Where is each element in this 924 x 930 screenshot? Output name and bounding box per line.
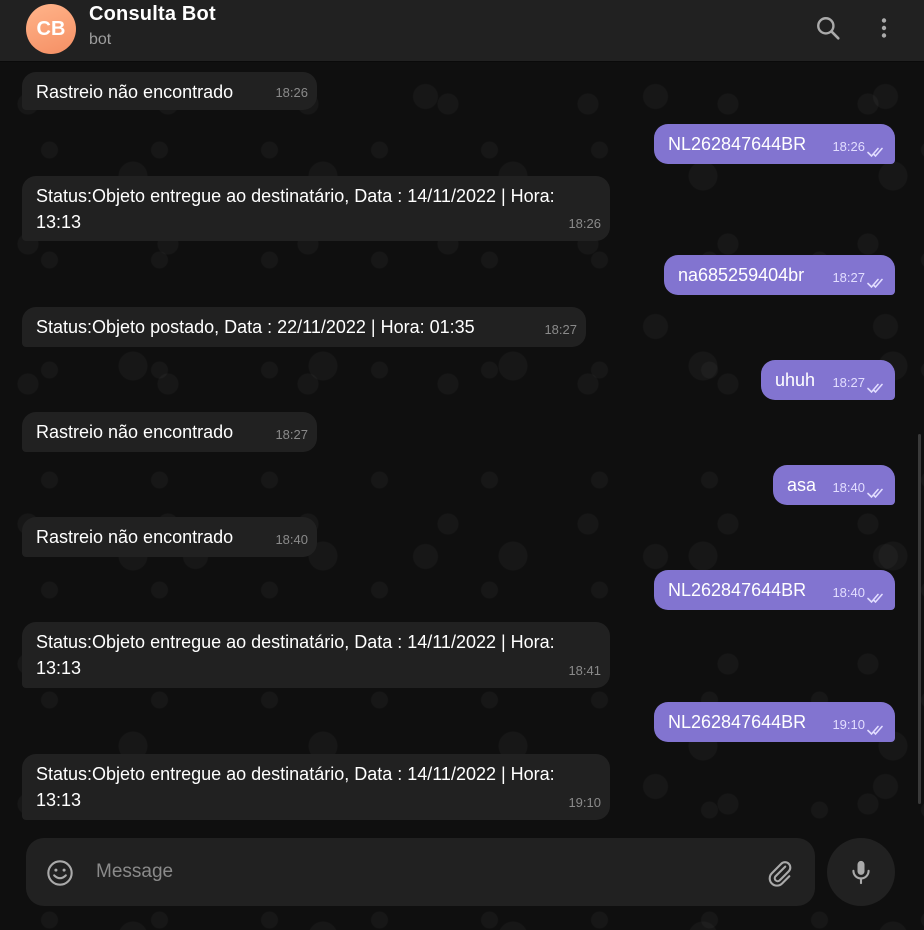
- message-text: uhuh: [775, 370, 816, 390]
- message-text: Rastreio não encontrado: [36, 422, 234, 442]
- message-bubble-outgoing[interactable]: uhuh 18:27: [761, 360, 895, 400]
- read-check-icon: [867, 593, 883, 604]
- message-time: 18:26: [568, 216, 601, 231]
- message-time: 18:41: [568, 663, 601, 678]
- message-time: 18:26: [275, 85, 308, 100]
- message-bubble-outgoing[interactable]: NL262847644BR 18:40: [654, 570, 895, 610]
- message-text: NL262847644BR: [668, 134, 807, 154]
- message-text: Rastreio não encontrado: [36, 82, 234, 102]
- paperclip-icon[interactable]: [766, 859, 794, 887]
- scrollbar-thumb[interactable]: [918, 434, 921, 804]
- message-text: Status:Objeto entregue ao destinatário, …: [36, 186, 555, 232]
- message-time: 18:27: [832, 270, 865, 285]
- message-text: NL262847644BR: [668, 580, 807, 600]
- message-time: 19:10: [832, 717, 865, 732]
- message-bubble-outgoing[interactable]: asa 18:40: [773, 465, 895, 505]
- chat-title[interactable]: Consulta Bot: [89, 3, 216, 26]
- message-text: Status:Objeto postado, Data : 22/11/2022…: [36, 317, 475, 337]
- message-bubble-incoming[interactable]: Status:Objeto entregue ao destinatário, …: [22, 754, 610, 820]
- message-composer: [26, 838, 815, 906]
- chat-header: CB Consulta Bot bot: [0, 0, 924, 62]
- more-vertical-icon: [881, 18, 887, 38]
- message-bubble-outgoing[interactable]: na685259404br 18:27: [664, 255, 895, 295]
- microphone-icon: [852, 860, 870, 885]
- message-time: 19:10: [568, 795, 601, 810]
- message-time: 18:40: [832, 480, 865, 495]
- message-bubble-incoming[interactable]: Status:Objeto postado, Data : 22/11/2022…: [22, 307, 586, 347]
- message-bubble-incoming[interactable]: Status:Objeto entregue ao destinatário, …: [22, 622, 610, 688]
- more-options-button[interactable]: [866, 10, 902, 46]
- read-check-icon: [867, 725, 883, 736]
- read-check-icon: [867, 383, 883, 394]
- emoji-icon[interactable]: [46, 859, 74, 887]
- message-text: Status:Objeto entregue ao destinatário, …: [36, 764, 555, 810]
- message-time: 18:26: [832, 139, 865, 154]
- message-bubble-incoming[interactable]: Status:Objeto entregue ao destinatário, …: [22, 176, 610, 241]
- message-bubble-outgoing[interactable]: NL262847644BR 19:10: [654, 702, 895, 742]
- message-time: 18:40: [275, 532, 308, 547]
- message-time: 18:27: [544, 322, 577, 337]
- message-bubble-incoming[interactable]: Rastreio não encontrado 18:40: [22, 517, 317, 557]
- message-time: 18:27: [832, 375, 865, 390]
- message-time: 18:27: [275, 427, 308, 442]
- message-text: NL262847644BR: [668, 712, 807, 732]
- message-time: 18:40: [832, 585, 865, 600]
- message-bubble-outgoing[interactable]: NL262847644BR 18:26: [654, 124, 895, 164]
- search-button[interactable]: [810, 10, 846, 46]
- read-check-icon: [867, 278, 883, 289]
- chat-subtitle: bot: [89, 31, 112, 48]
- read-check-icon: [867, 488, 883, 499]
- message-text: asa: [787, 475, 817, 495]
- message-text: Status:Objeto entregue ao destinatário, …: [36, 632, 555, 678]
- message-list[interactable]: Rastreio não encontrado 18:26 NL26284764…: [0, 62, 924, 930]
- read-check-icon: [867, 147, 883, 158]
- message-text: na685259404br: [678, 265, 805, 285]
- message-input[interactable]: [96, 856, 696, 888]
- search-icon: [817, 17, 840, 40]
- voice-record-button[interactable]: [827, 838, 895, 906]
- message-bubble-incoming[interactable]: Rastreio não encontrado 18:27: [22, 412, 317, 452]
- message-bubble-incoming[interactable]: Rastreio não encontrado 18:26: [22, 72, 317, 110]
- avatar[interactable]: CB: [26, 4, 76, 54]
- message-text: Rastreio não encontrado: [36, 527, 234, 547]
